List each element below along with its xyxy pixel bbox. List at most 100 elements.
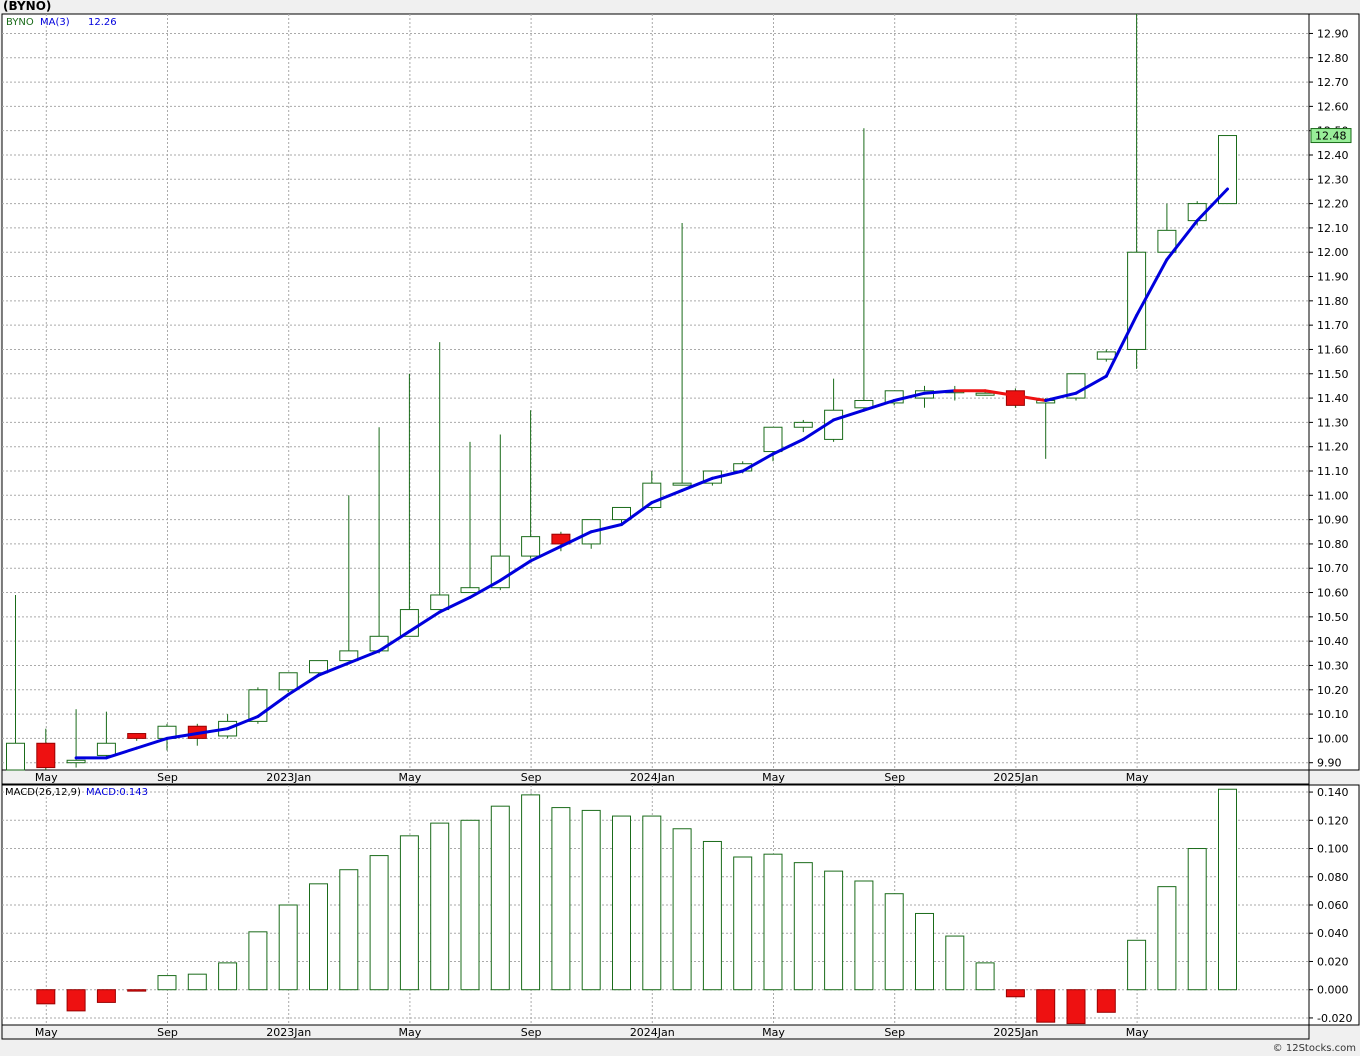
price-y-tick-label: 12.20 xyxy=(1317,198,1349,211)
macd-bar-positive xyxy=(278,904,298,991)
macd-x-tick-label: Sep xyxy=(157,1026,178,1039)
price-x-tick-label: Sep xyxy=(884,771,905,784)
candle-body-up xyxy=(1096,351,1116,360)
macd-x-tick-label: Sep xyxy=(884,1026,905,1039)
macd-bar-positive xyxy=(824,870,844,991)
price-y-tick-label: 12.60 xyxy=(1317,100,1349,113)
macd-y-tick-label: 0.040 xyxy=(1317,927,1349,940)
candle-body-up xyxy=(278,672,298,691)
chart-root: 9.90 10.00 10.10 10.20 10.30 10.40 10.50 10.60 1… xyxy=(0,0,1360,1056)
price-y-tick-label: 10.00 xyxy=(1317,732,1349,745)
candle-body-up xyxy=(309,660,328,674)
candle-body-up xyxy=(672,482,692,486)
price-y-tick-label: 11.30 xyxy=(1317,416,1349,429)
macd-bar-positive xyxy=(1187,848,1207,991)
stock-chart: 9.90 10.00 10.10 10.20 10.30 10.40 10.50 10.60 1… xyxy=(0,0,1360,1056)
macd-y-tick-label: 0.100 xyxy=(1317,843,1349,856)
macd-bar-positive xyxy=(975,962,995,991)
macd-bar-positive xyxy=(490,805,510,991)
macd-bar-positive xyxy=(945,935,965,991)
macd-bar-positive xyxy=(702,840,722,991)
macd-bar-positive xyxy=(884,893,904,991)
macd-x-tick-label: May xyxy=(35,1026,58,1039)
macd-y-tick-label: 0.140 xyxy=(1317,786,1349,799)
price-y-tick-label: 11.70 xyxy=(1317,319,1349,332)
price-x-tick-label: 2024Jan xyxy=(630,771,675,784)
candle-body-up xyxy=(521,536,541,557)
price-y-tick-label: 10.40 xyxy=(1317,635,1349,648)
macd-x-tick-label: Sep xyxy=(521,1026,542,1039)
macd-bar-negative xyxy=(1096,989,1116,1013)
macd-bar-positive xyxy=(551,807,571,991)
price-y-tick-label: 12.10 xyxy=(1317,222,1349,235)
macd-x-tick-label: 2023Jan xyxy=(266,1026,311,1039)
price-x-tick-label: 2023Jan xyxy=(266,771,311,784)
price-y-tick-label: 10.50 xyxy=(1317,611,1349,624)
macd-bar-positive xyxy=(793,862,813,991)
macd-y-tick-label: 0.020 xyxy=(1317,955,1349,968)
macd-legend-value: MACD:0.143 xyxy=(86,787,148,798)
macd-bar-negative xyxy=(1005,989,1025,998)
macd-bar-positive xyxy=(1218,788,1237,991)
price-x-tick-label: 2025Jan xyxy=(993,771,1038,784)
macd-bar-negative xyxy=(1036,989,1056,1023)
candle-body-up xyxy=(460,587,480,594)
candle-body-up xyxy=(763,426,783,453)
price-y-tick-label: 10.70 xyxy=(1317,562,1349,575)
price-y-tick-label: 11.20 xyxy=(1317,441,1349,454)
macd-bar-positive xyxy=(521,794,541,991)
macd-bar-positive xyxy=(733,856,753,991)
price-y-tick-label: 11.10 xyxy=(1317,465,1349,478)
macd-x-tick-label: May xyxy=(762,1026,785,1039)
price-y-tick-label: 10.20 xyxy=(1317,684,1349,697)
macd-bar-positive xyxy=(763,853,783,991)
price-x-tick-label: May xyxy=(399,771,422,784)
price-y-tick-label: 10.80 xyxy=(1317,538,1349,551)
chart-title: (BYNO) xyxy=(3,0,51,13)
macd-bar-positive xyxy=(187,973,207,991)
price-y-tick-label: 12.40 xyxy=(1317,149,1349,162)
candle-body-up xyxy=(975,392,995,396)
price-x-tick-label: May xyxy=(1126,771,1149,784)
candle-body-up xyxy=(793,421,813,428)
macd-x-tick-label: May xyxy=(399,1026,422,1039)
price-y-tick-label: 11.90 xyxy=(1317,271,1349,284)
macd-bar-positive xyxy=(309,883,328,991)
ma-legend-value: 12.26 xyxy=(88,17,117,28)
macd-bar-positive xyxy=(218,962,238,991)
macd-bar-negative xyxy=(36,989,56,1005)
macd-y-tick-label: 0.120 xyxy=(1317,814,1349,827)
macd-y-tick-label: 0.080 xyxy=(1317,871,1349,884)
macd-bar-positive xyxy=(915,912,934,991)
macd-bar-positive xyxy=(854,880,874,991)
macd-bar-positive xyxy=(1157,886,1177,991)
watermark: © 12Stocks.com xyxy=(1273,1043,1356,1054)
macd-y-tick-label: 0.000 xyxy=(1317,984,1349,997)
price-y-tick-label: 11.00 xyxy=(1317,489,1349,502)
price-y-tick-label: 10.90 xyxy=(1317,514,1349,527)
price-y-tick-label: 11.40 xyxy=(1317,392,1349,405)
macd-bar-positive xyxy=(248,931,268,991)
candle-body-up xyxy=(96,742,116,756)
candle-body-up xyxy=(1157,229,1177,253)
macd-bar-positive xyxy=(369,855,389,991)
candle-body-up xyxy=(1218,135,1237,205)
macd-bar-positive xyxy=(399,835,419,991)
price-x-tick-label: Sep xyxy=(521,771,542,784)
price-y-tick-label: 11.80 xyxy=(1317,295,1349,308)
macd-x-tick-label: 2025Jan xyxy=(993,1026,1038,1039)
macd-bar-positive xyxy=(581,809,601,991)
macd-y-tick-label: 0.060 xyxy=(1317,899,1349,912)
candle-body-down xyxy=(36,742,56,769)
price-y-tick-label: 12.80 xyxy=(1317,52,1349,65)
candle-body-up xyxy=(612,506,631,521)
price-y-tick-label: 11.50 xyxy=(1317,368,1349,381)
price-plot-area xyxy=(1,13,1310,771)
price-y-tick-label: 12.30 xyxy=(1317,173,1349,186)
macd-y-tick-label: -0.020 xyxy=(1317,1012,1352,1025)
macd-bar-positive xyxy=(339,869,359,991)
candle-body-up xyxy=(369,635,389,652)
macd-x-tick-label: 2024Jan xyxy=(630,1026,675,1039)
macd-bar-positive xyxy=(642,815,662,991)
ma-legend-label: MA(3) xyxy=(40,17,70,28)
